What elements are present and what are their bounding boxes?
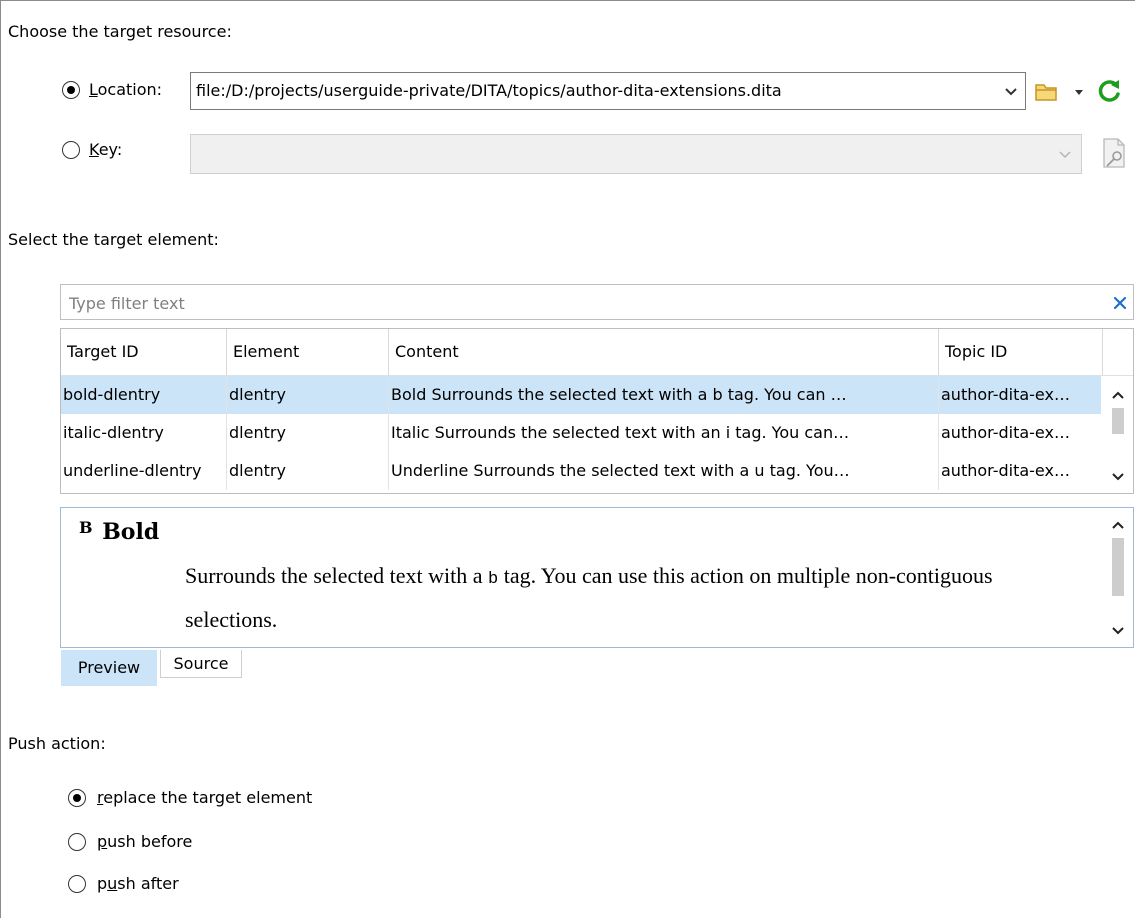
cell-content: Bold Surrounds the selected text with a …	[389, 376, 939, 414]
chevron-down-icon[interactable]	[1059, 150, 1071, 160]
key-combo[interactable]	[190, 134, 1082, 174]
location-label: Location:	[89, 80, 163, 99]
location-radio[interactable]	[62, 81, 80, 99]
tab-preview[interactable]: Preview	[61, 650, 157, 686]
push-before-radio[interactable]	[68, 833, 86, 851]
column-header-content[interactable]: Content	[389, 329, 939, 375]
replace-label: replace the target element	[97, 788, 313, 807]
scroll-thumb[interactable]	[1112, 408, 1124, 434]
cell-element: dlentry	[227, 414, 389, 452]
cell-target-id: bold-dlentry	[61, 376, 227, 414]
cell-content: Underline Surrounds the selected text wi…	[389, 452, 939, 490]
filter-input[interactable]	[67, 291, 1101, 315]
table-row[interactable]: underline-dlentry dlentry Underline Surr…	[61, 452, 1101, 490]
cell-target-id: underline-dlentry	[61, 452, 227, 490]
key-label: Key:	[89, 140, 123, 159]
chevron-down-icon[interactable]	[1005, 87, 1017, 97]
table-header: Target ID Element Content Topic ID	[61, 329, 1133, 376]
push-before-label: push before	[97, 832, 193, 851]
scroll-thumb[interactable]	[1112, 538, 1124, 596]
push-after-radio[interactable]	[68, 875, 86, 893]
table-scrollbar[interactable]	[1103, 376, 1133, 493]
element-heading: Select the target element:	[8, 230, 219, 249]
location-value: file:/D:/projects/userguide-private/DITA…	[196, 81, 782, 100]
cell-element: dlentry	[227, 376, 389, 414]
preview-pane: B Bold Surrounds the selected text with …	[60, 507, 1134, 648]
folder-icon[interactable]	[1034, 81, 1062, 103]
key-chooser-icon[interactable]	[1098, 136, 1128, 170]
scroll-up-icon[interactable]	[1103, 390, 1133, 400]
column-header-target-id[interactable]: Target ID	[61, 329, 227, 375]
resource-heading: Choose the target resource:	[8, 22, 232, 41]
push-heading: Push action:	[8, 734, 106, 753]
cell-element: dlentry	[227, 452, 389, 490]
preview-body: Surrounds the selected text with a b tag…	[185, 563, 993, 632]
location-combo[interactable]: file:/D:/projects/userguide-private/DITA…	[190, 72, 1026, 110]
target-table: Target ID Element Content Topic ID bold-…	[60, 328, 1134, 494]
key-radio[interactable]	[62, 141, 80, 159]
table-row[interactable]: bold-dlentry dlentry Bold Surrounds the …	[61, 376, 1101, 414]
scroll-down-icon[interactable]	[1103, 626, 1133, 636]
preview-title: B Bold	[79, 518, 160, 545]
scroll-down-icon[interactable]	[1103, 472, 1133, 482]
column-header-topic-id[interactable]: Topic ID	[939, 329, 1103, 375]
filter-box	[60, 284, 1134, 320]
refresh-icon[interactable]	[1096, 77, 1124, 105]
bold-glyph-icon: B	[79, 518, 93, 537]
cell-target-id: italic-dlentry	[61, 414, 227, 452]
column-header-element[interactable]: Element	[227, 329, 389, 375]
cell-topic-id: author-dita-ex…	[941, 423, 1070, 442]
cell-topic-id: author-dita-ex…	[941, 461, 1070, 480]
replace-radio[interactable]	[68, 789, 86, 807]
table-row[interactable]: italic-dlentry dlentry Italic Surrounds …	[61, 414, 1101, 452]
cell-topic-id: author-dita-ex…	[941, 385, 1070, 404]
push-after-label: push after	[97, 874, 179, 893]
clear-filter-icon[interactable]	[1113, 296, 1127, 310]
preview-scrollbar[interactable]	[1103, 508, 1133, 647]
cell-content: Italic Surrounds the selected text with …	[389, 414, 939, 452]
tab-source[interactable]: Source	[160, 650, 242, 678]
folder-menu-arrow-icon[interactable]	[1074, 89, 1084, 97]
scroll-up-icon[interactable]	[1103, 520, 1133, 530]
